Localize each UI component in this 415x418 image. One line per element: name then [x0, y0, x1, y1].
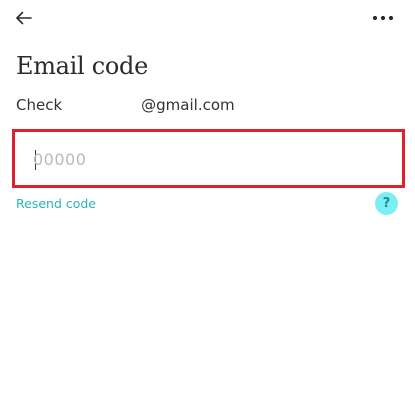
- code-input[interactable]: [31, 146, 373, 172]
- more-options-button[interactable]: [371, 10, 395, 26]
- help-button[interactable]: ?: [375, 192, 398, 215]
- instruction-email-suffix: @gmail.com: [141, 96, 235, 114]
- question-mark-icon: ?: [382, 196, 391, 211]
- back-button[interactable]: [14, 9, 34, 27]
- code-field[interactable]: [12, 129, 405, 188]
- more-horizontal-icon: [372, 15, 394, 21]
- arrow-left-icon: [16, 11, 32, 25]
- page-title: Email code: [16, 52, 149, 80]
- instruction-text: Check @gmail.com: [16, 95, 235, 115]
- resend-code-link[interactable]: Resend code: [16, 195, 96, 213]
- instruction-prefix: Check: [16, 96, 63, 114]
- top-bar: [0, 0, 415, 36]
